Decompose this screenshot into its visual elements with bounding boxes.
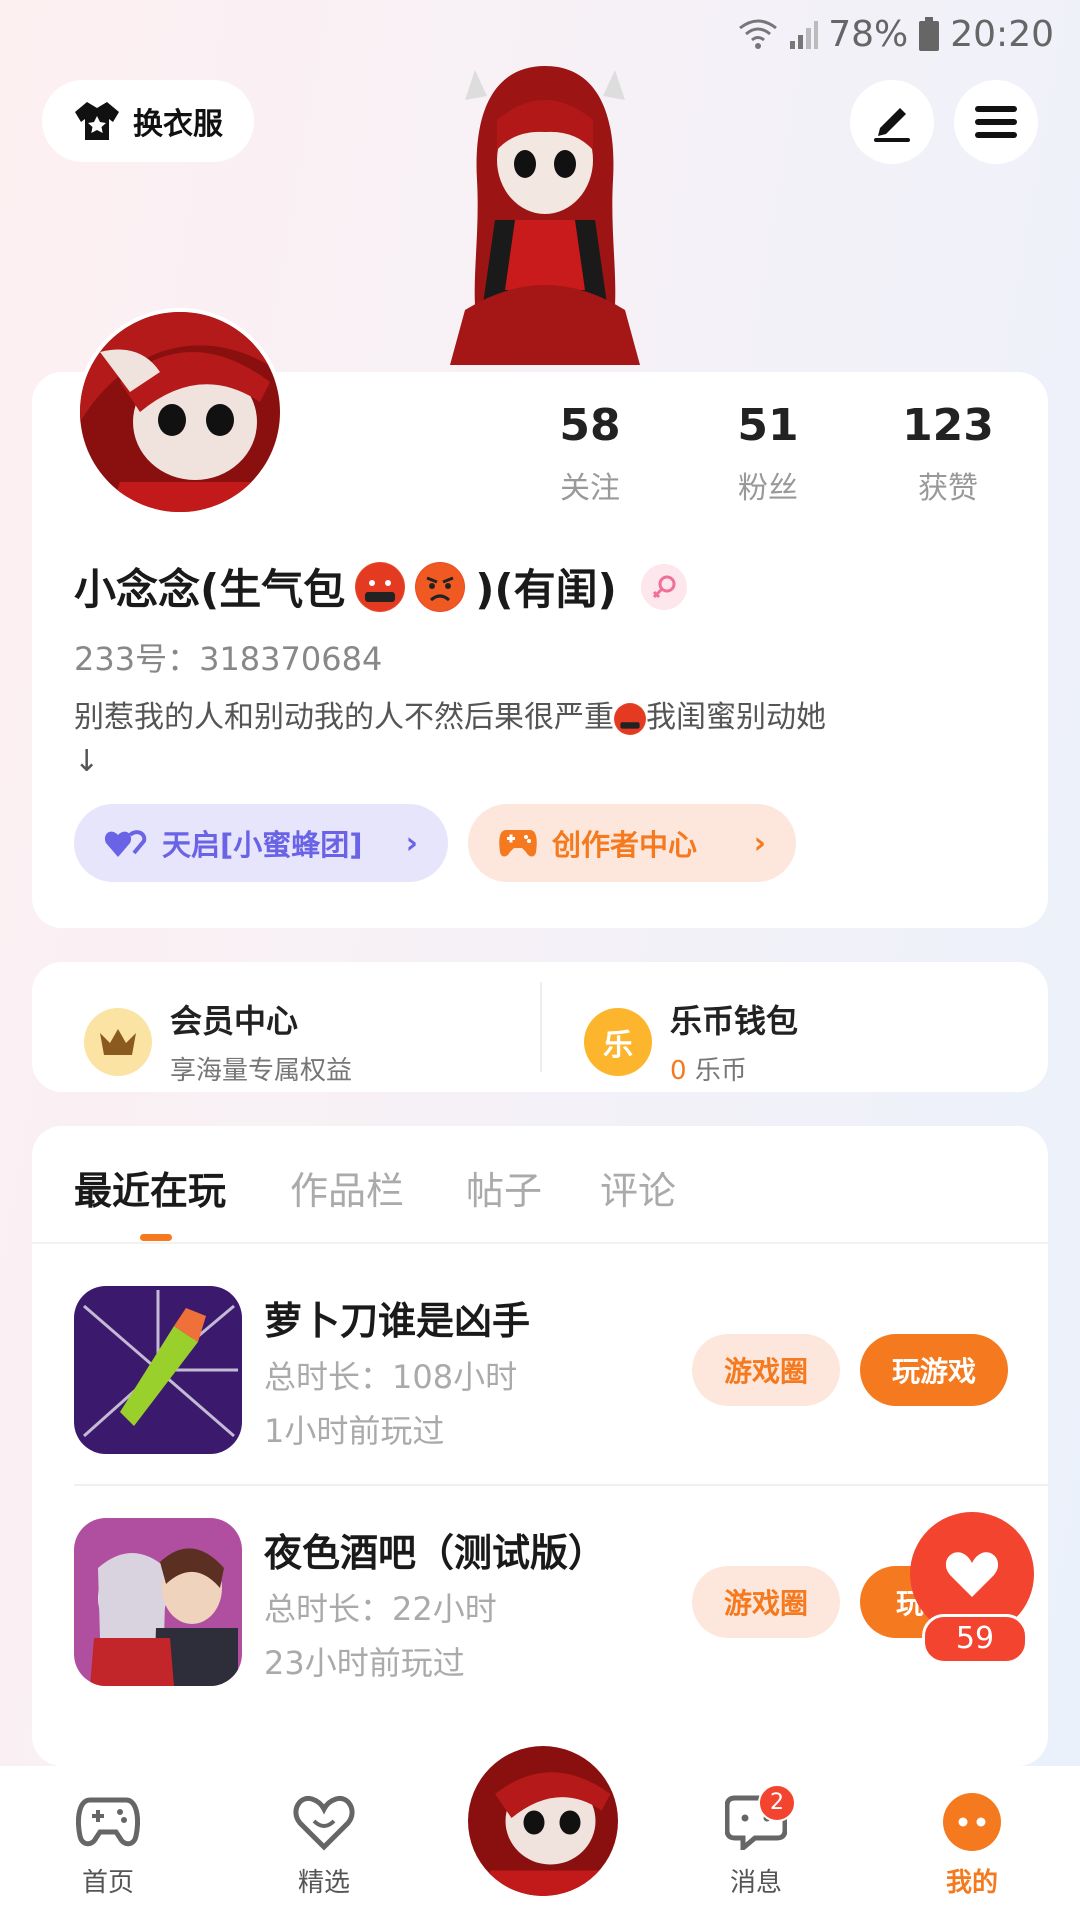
- nickname: 小念念(生气包 )(有闺): [74, 556, 687, 617]
- wallet-amount: 0: [670, 1056, 687, 1086]
- stat-followers[interactable]: 51 粉丝: [698, 400, 838, 507]
- tab-indicator: [140, 1234, 172, 1241]
- divider: [74, 1484, 1048, 1486]
- chevron-right-icon: ›: [405, 825, 418, 861]
- game-total-time: 总时长：108小时: [264, 1358, 518, 1396]
- divider: [32, 1242, 1048, 1244]
- stat-value: 58: [559, 400, 621, 451]
- bio: 别惹我的人和别动我的人不然后果很严重 我闺蜜别动她 ↓: [74, 696, 934, 784]
- tshirt-icon: [75, 102, 119, 140]
- game-total-time: 总时长：22小时: [264, 1590, 497, 1628]
- vip-center-entry[interactable]: 会员中心 享海量专属权益: [84, 996, 352, 1087]
- battery-icon: [919, 17, 940, 51]
- nav-label: 精选: [297, 1868, 350, 1898]
- stat-likes[interactable]: 123 获赞: [878, 400, 1018, 507]
- gamepad-icon: [499, 830, 537, 857]
- play-game-button[interactable]: 玩游戏: [860, 1334, 1008, 1406]
- menu-button[interactable]: [954, 80, 1038, 164]
- tab-comments[interactable]: 评论: [600, 1160, 676, 1215]
- signal-icon: [790, 21, 819, 49]
- hamburger-icon: [975, 106, 1017, 138]
- game-circle-button[interactable]: 游戏圈: [692, 1566, 840, 1638]
- game-last-played: 1小时前玩过: [264, 1412, 445, 1450]
- bio-text: 别惹我的人和别动我的人不然后果很严重: [74, 700, 614, 735]
- avatar-character-figure[interactable]: [425, 60, 665, 372]
- user-id: 233号：318370684: [74, 640, 383, 678]
- nav-avatar-button[interactable]: [464, 1742, 622, 1900]
- angry-cursing-emoji-icon: [614, 702, 646, 735]
- heart-icon: [945, 1552, 999, 1597]
- female-gender-icon: [640, 563, 687, 610]
- stat-following[interactable]: 58 关注: [520, 400, 660, 507]
- change-outfit-button[interactable]: 换衣服: [42, 80, 254, 162]
- status-bar: 78% 20:20: [738, 12, 1054, 56]
- vip-subtitle: 享海量专属权益: [170, 1056, 353, 1086]
- creator-center-button[interactable]: 创作者中心 ›: [468, 804, 796, 882]
- change-outfit-label: 换衣服: [133, 107, 223, 142]
- wallet-balance: 0 乐币: [670, 1050, 798, 1087]
- nav-label: 首页: [81, 1868, 134, 1898]
- chat-icon: 2: [722, 1784, 796, 1854]
- game-icon-radish-knife: [74, 1286, 242, 1454]
- list-item[interactable]: 夜色酒吧（测试版） 总时长：22小时 23小时前玩过 游戏圈 玩: [74, 1518, 1048, 1718]
- chevron-right-icon: ›: [753, 825, 766, 861]
- game-icon-night-bar: [74, 1518, 242, 1686]
- game-circle-button[interactable]: 游戏圈: [692, 1334, 840, 1406]
- nav-messages[interactable]: 2 消息: [686, 1784, 826, 1899]
- edit-profile-button[interactable]: [850, 80, 934, 164]
- profile-icon: [938, 1790, 1006, 1854]
- stat-value: 123: [902, 400, 994, 451]
- wifi-icon: [739, 19, 778, 49]
- nav-featured[interactable]: 精选: [254, 1790, 394, 1899]
- wallet-title: 乐币钱包: [670, 1002, 799, 1040]
- stat-label: 关注: [560, 471, 620, 506]
- nav-profile[interactable]: 我的: [902, 1790, 1042, 1899]
- stat-label: 获赞: [918, 471, 978, 506]
- divider: [540, 982, 542, 1072]
- game-name: 萝卜刀谁是凶手: [264, 1299, 531, 1343]
- wallet-entry[interactable]: 乐 乐币钱包 0 乐币: [584, 996, 798, 1087]
- heart-icon: [290, 1790, 358, 1854]
- tab-posts[interactable]: 帖子: [466, 1160, 542, 1215]
- gamepad-icon: [74, 1790, 142, 1854]
- nav-home[interactable]: 首页: [38, 1790, 178, 1899]
- bio-arrow: ↓: [74, 744, 100, 779]
- clock: 20:20: [950, 13, 1054, 55]
- game-last-played: 23小时前玩过: [264, 1644, 465, 1682]
- nav-label: 消息: [729, 1868, 782, 1898]
- bio-text-tail: 我闺蜜别动她: [646, 700, 826, 735]
- nickname-text: 小念念(生气包: [74, 565, 346, 614]
- stat-label: 粉丝: [738, 471, 798, 506]
- pen-icon: [874, 108, 910, 142]
- nav-label: 我的: [945, 1868, 998, 1898]
- tab-recently-played[interactable]: 最近在玩: [74, 1160, 226, 1215]
- vip-title: 会员中心: [170, 1002, 299, 1040]
- message-badge: 2: [758, 1784, 796, 1822]
- double-heart-icon: [104, 830, 147, 857]
- list-item[interactable]: 萝卜刀谁是凶手 总时长：108小时 1小时前玩过 游戏圈 玩游戏: [74, 1286, 1048, 1486]
- angry-face-emoji-icon: [415, 561, 466, 612]
- wallet-unit: 乐币: [694, 1056, 747, 1086]
- nickname-text-end: )(有闺): [475, 565, 617, 614]
- team-label: 天启[小蜜蜂团]: [162, 828, 363, 862]
- coin-icon: 乐: [584, 1007, 652, 1076]
- avatar[interactable]: [76, 308, 284, 516]
- battery-percent: 78%: [828, 13, 909, 55]
- tab-works[interactable]: 作品栏: [290, 1160, 404, 1215]
- game-name: 夜色酒吧（测试版）: [264, 1531, 607, 1575]
- crown-icon: [84, 1007, 152, 1076]
- coin-char: 乐: [603, 1027, 633, 1063]
- team-button[interactable]: 天启[小蜜蜂团] ›: [74, 804, 448, 882]
- angry-cursing-emoji-icon: [355, 561, 406, 612]
- stat-value: 51: [737, 400, 799, 451]
- like-count: 59: [922, 1614, 1028, 1664]
- creator-center-label: 创作者中心: [552, 828, 698, 862]
